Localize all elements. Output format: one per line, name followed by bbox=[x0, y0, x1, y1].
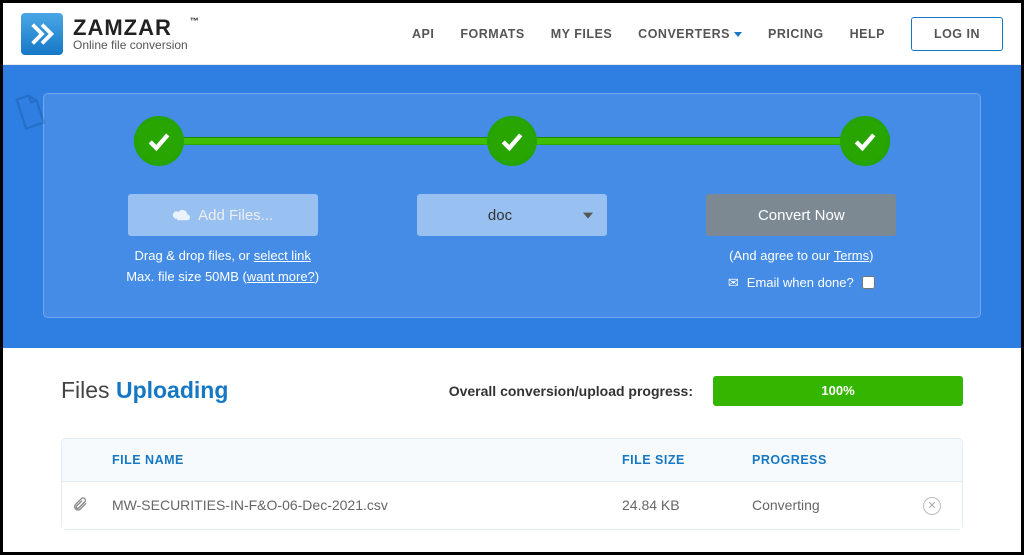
want-more-link[interactable]: want more? bbox=[247, 269, 315, 284]
nav-pricing[interactable]: PRICING bbox=[768, 27, 824, 41]
add-files-button[interactable]: Add Files... bbox=[128, 194, 318, 236]
mail-icon: ✉ bbox=[728, 275, 739, 291]
brand-tagline: Online file conversion bbox=[73, 39, 188, 51]
brand-name: ZAMZAR bbox=[73, 17, 188, 39]
col-progress: PROGRESS bbox=[752, 453, 912, 467]
email-done-checkbox[interactable] bbox=[862, 276, 875, 289]
step-2-done-icon bbox=[487, 116, 537, 166]
terms-link[interactable]: Terms bbox=[834, 248, 869, 263]
overall-progress-label: Overall conversion/upload progress: bbox=[449, 383, 693, 399]
cell-file-name: MW-SECURITIES-IN-F&O-06-Dec-2021.csv bbox=[112, 497, 622, 513]
agree-suffix: ) bbox=[869, 248, 873, 263]
step-1-done-icon bbox=[134, 116, 184, 166]
max-size-suffix: ) bbox=[315, 269, 319, 284]
max-size-prefix: Max. file size 50MB ( bbox=[126, 269, 247, 284]
email-done-label: Email when done? bbox=[747, 275, 854, 290]
files-table: FILE NAME FILE SIZE PROGRESS MW-SECURITI… bbox=[61, 438, 963, 530]
col-file-name: FILE NAME bbox=[112, 453, 622, 467]
col-file-size: FILE SIZE bbox=[622, 453, 752, 467]
wizard-steps bbox=[134, 116, 890, 166]
table-row: MW-SECURITIES-IN-F&O-06-Dec-2021.csv 24.… bbox=[62, 481, 962, 529]
top-nav: API FORMATS MY FILES CONVERTERS PRICING … bbox=[412, 17, 1003, 51]
files-section: Files Uploading Overall conversion/uploa… bbox=[3, 348, 1021, 530]
files-status: Uploading bbox=[116, 377, 228, 403]
convert-now-button[interactable]: Convert Now bbox=[706, 194, 896, 236]
overall-progress-bar: 100% bbox=[713, 376, 963, 406]
nav-my-files[interactable]: MY FILES bbox=[551, 27, 612, 41]
add-files-label: Add Files... bbox=[198, 207, 273, 224]
nav-api[interactable]: API bbox=[412, 27, 434, 41]
hero-section: Add Files... Drag & drop files, or selec… bbox=[3, 65, 1021, 348]
nav-formats[interactable]: FORMATS bbox=[460, 27, 524, 41]
login-button[interactable]: LOG IN bbox=[911, 17, 1003, 51]
cloud-upload-icon bbox=[172, 208, 190, 222]
select-link[interactable]: select link bbox=[254, 248, 311, 263]
attachment-icon bbox=[72, 496, 112, 515]
agree-prefix: (And agree to our bbox=[729, 248, 834, 263]
header-bar: ZAMZAR Online file conversion API FORMAT… bbox=[3, 3, 1021, 65]
drag-drop-text: Drag & drop files, or bbox=[135, 248, 254, 263]
nav-converters[interactable]: CONVERTERS bbox=[638, 27, 742, 41]
nav-help[interactable]: HELP bbox=[850, 27, 885, 41]
logo-mark-icon bbox=[21, 13, 63, 55]
brand-logo[interactable]: ZAMZAR Online file conversion bbox=[21, 13, 188, 55]
format-select[interactable]: doc bbox=[417, 194, 607, 236]
cancel-row-button[interactable]: ✕ bbox=[923, 497, 941, 515]
cell-file-size: 24.84 KB bbox=[622, 497, 752, 513]
cell-progress: Converting bbox=[752, 497, 912, 513]
chevron-down-icon bbox=[734, 32, 742, 37]
step-3-done-icon bbox=[840, 116, 890, 166]
files-heading: Files Uploading bbox=[61, 377, 228, 404]
